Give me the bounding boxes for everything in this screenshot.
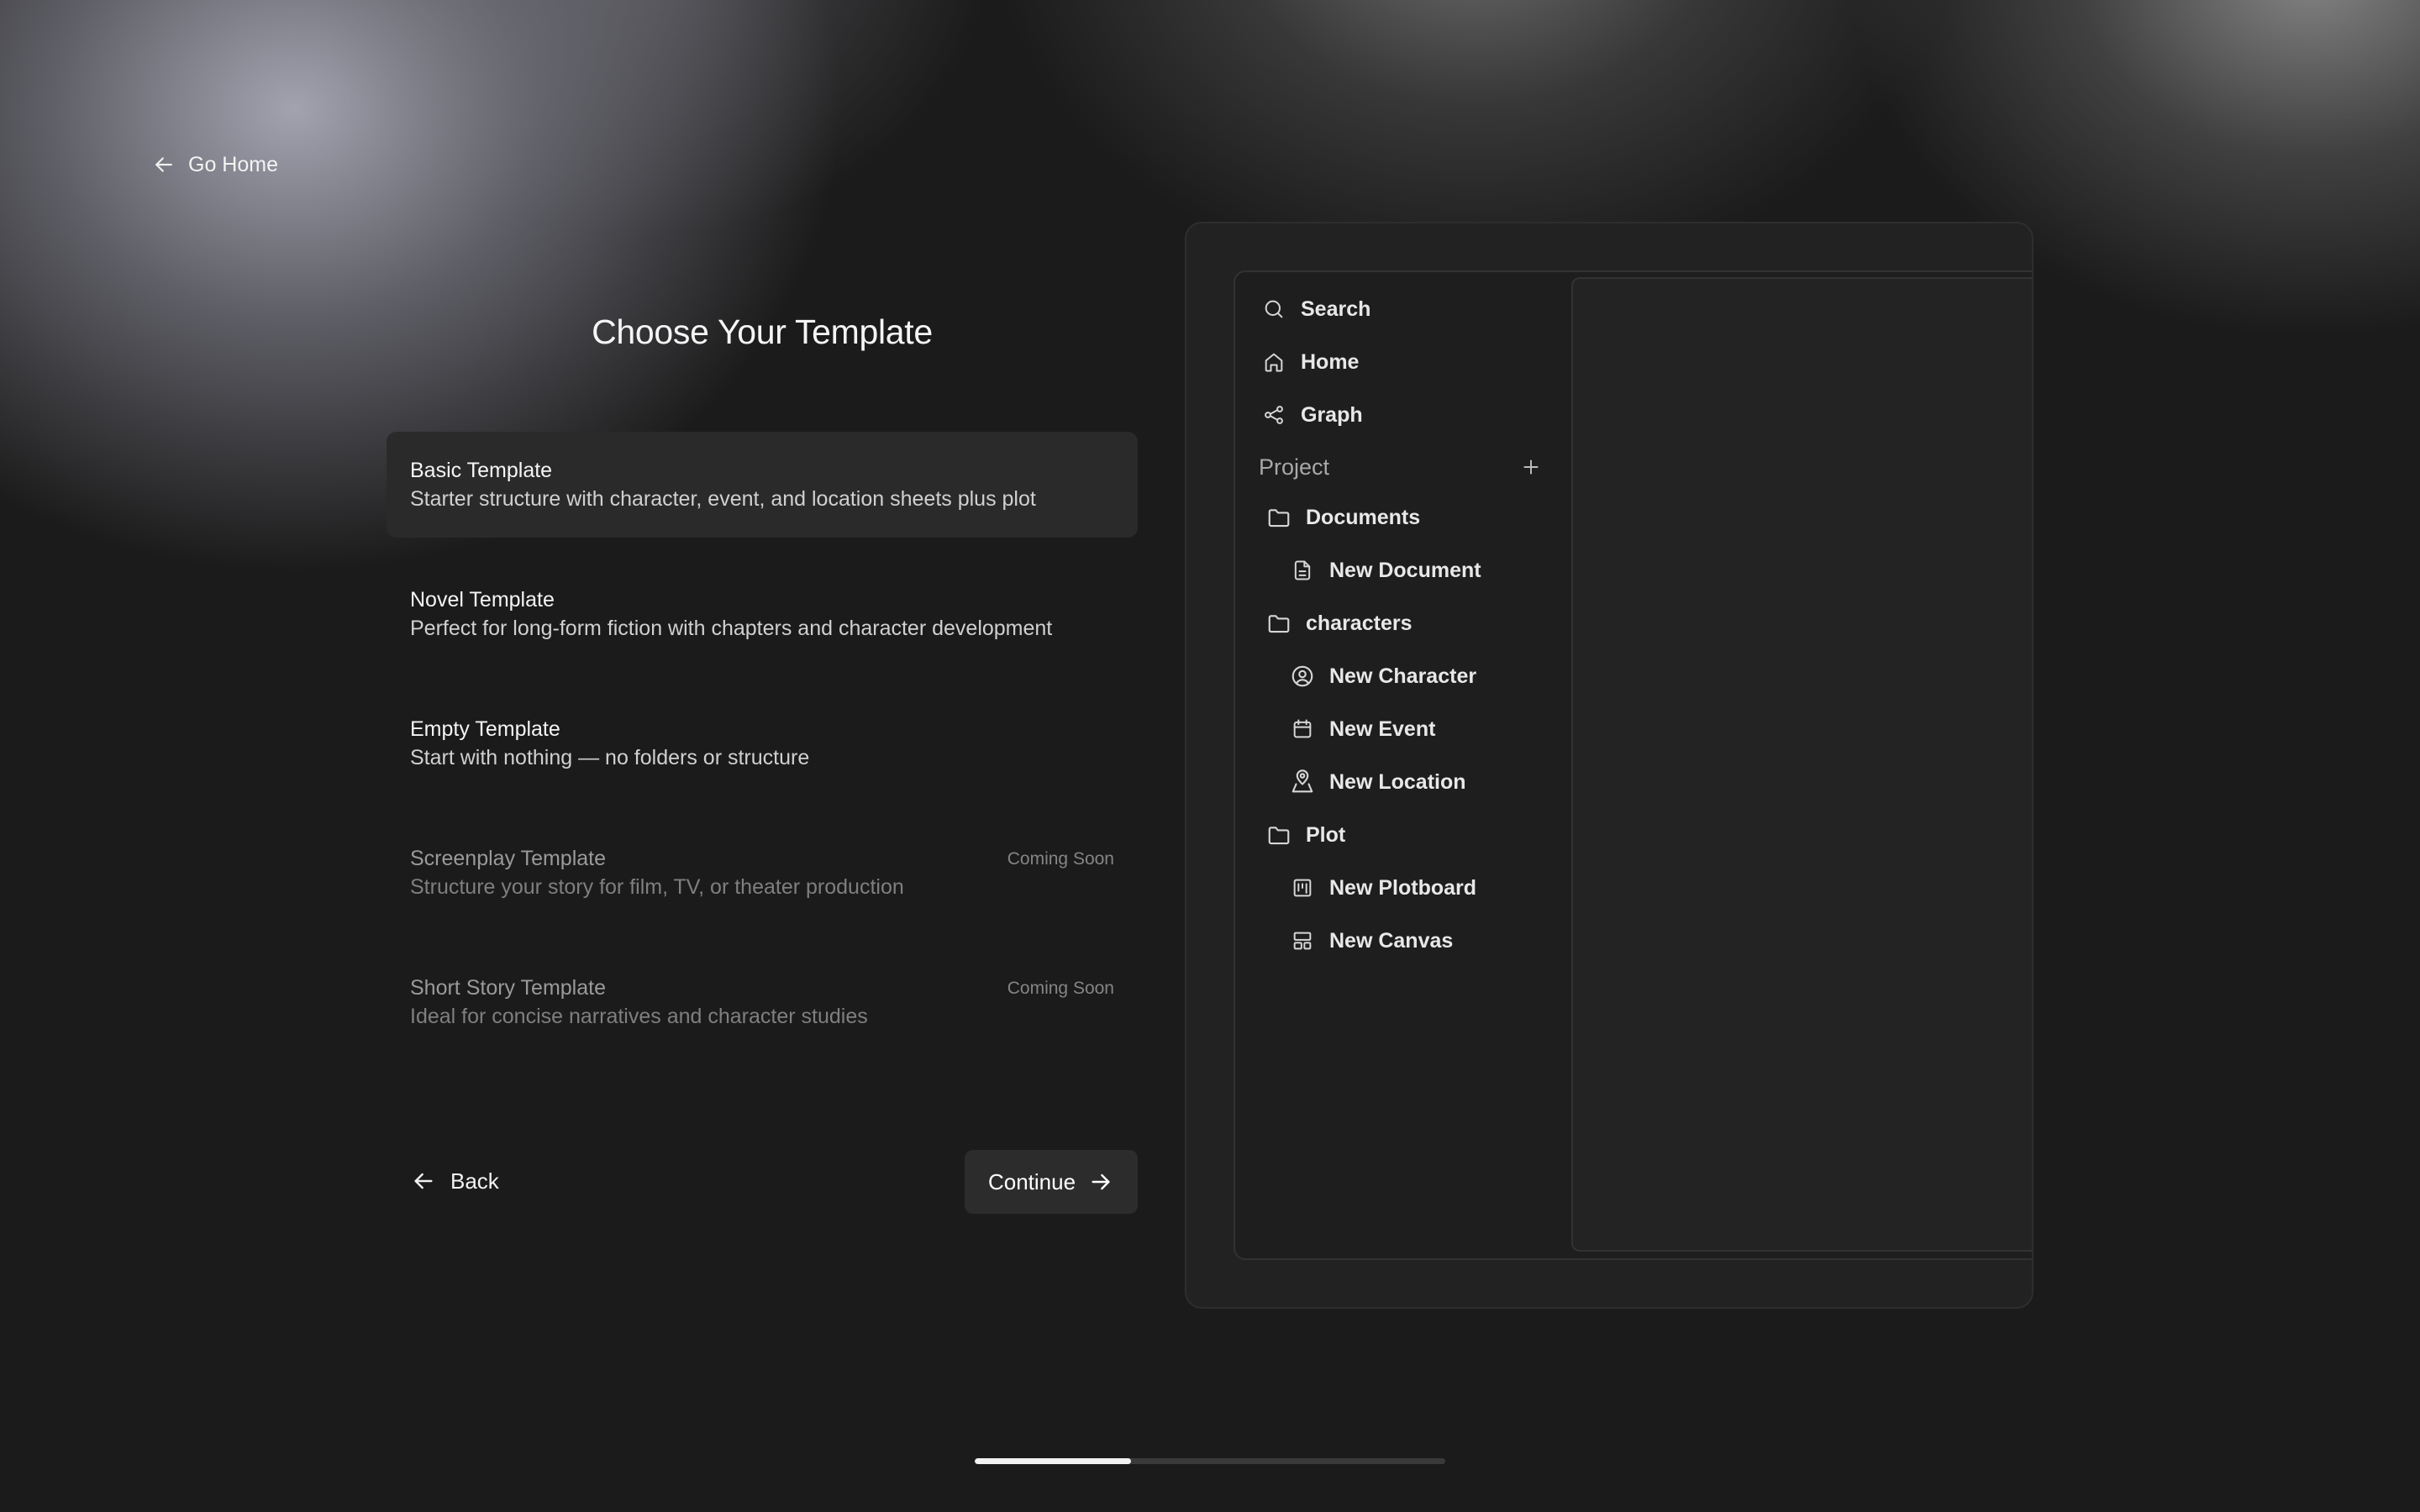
template-description: Ideal for concise narratives and charact… [410, 1005, 868, 1028]
preview-file[interactable]: New Event [1289, 712, 1435, 746]
template-option: Short Story Template Ideal for concise na… [387, 949, 1138, 1055]
calendar-icon [1289, 716, 1316, 743]
preview-folder[interactable]: characters [1265, 606, 1412, 640]
template-description: Start with nothing — no folders or struc… [410, 746, 810, 769]
continue-label: Continue [987, 1168, 1076, 1194]
coming-soon-badge: Coming Soon [1007, 849, 1114, 869]
arrow-left-icon [410, 1168, 437, 1194]
template-name: Basic Template [410, 459, 553, 482]
go-home-button[interactable]: Go Home [151, 148, 278, 181]
back-label: Back [450, 1168, 499, 1194]
template-option[interactable]: Empty Template Start with nothing — no fo… [387, 690, 1138, 796]
folder-icon [1265, 610, 1292, 637]
user-circle-icon [1289, 663, 1316, 690]
graph-icon [1260, 402, 1287, 428]
template-option[interactable]: Basic Template Starter structure with cha… [387, 432, 1138, 538]
preview-tree-label: New Event [1329, 717, 1436, 741]
background-glow [302, 0, 992, 235]
preview-tree-label: New Plotboard [1329, 875, 1477, 900]
continue-button[interactable]: Continue [965, 1150, 1138, 1214]
document-icon [1289, 557, 1316, 584]
arrow-left-icon [151, 152, 176, 177]
project-section-label: Project [1259, 454, 1330, 480]
folder-icon [1265, 504, 1292, 531]
search-icon [1260, 296, 1287, 323]
preview-file[interactable]: New Plotboard [1289, 871, 1476, 905]
template-name: Novel Template [410, 588, 555, 612]
preview-tree-label: Documents [1306, 505, 1421, 529]
preview-file[interactable]: New Location [1289, 765, 1466, 799]
preview-sidebar: Project Search Home Graph Documents New Docu… [1235, 272, 1570, 1258]
preview-window: Project Search Home Graph Documents New Docu… [1234, 270, 2032, 1260]
kanban-icon [1289, 874, 1316, 901]
page-title: Choose Your Template [592, 312, 933, 351]
template-option: Screenplay Template Structure your story … [387, 820, 1138, 926]
preview-nav-label: Home [1301, 349, 1360, 374]
preview-folder[interactable]: Documents [1265, 501, 1420, 534]
template-description: Perfect for long-form fiction with chapt… [410, 617, 1053, 640]
preview-tree-label: New Character [1329, 664, 1477, 688]
preview-tree-label: characters [1306, 611, 1413, 635]
template-list: Basic Template Starter structure with cha… [387, 432, 1138, 1079]
preview-nav-label: Search [1301, 297, 1371, 321]
template-description: Structure your story for film, TV, or th… [410, 875, 904, 899]
template-name: Empty Template [410, 717, 560, 741]
preview-tree-label: New Document [1329, 558, 1481, 582]
home-icon [1260, 349, 1287, 375]
preview-nav-graph[interactable]: Graph [1260, 398, 1363, 432]
preview-nav-label: Graph [1301, 402, 1363, 427]
preview-content-area [1571, 277, 2032, 1252]
preview-file[interactable]: New Character [1289, 659, 1476, 693]
preview-nav-search[interactable]: Search [1260, 292, 1370, 326]
preview-folder[interactable]: Plot [1265, 818, 1345, 852]
plus-icon[interactable] [1518, 454, 1544, 480]
progress-fill [975, 1458, 1132, 1464]
template-description: Starter structure with character, event,… [410, 487, 1036, 511]
onboarding-screen: Go Home Choose Your Template Basic Templ… [0, 0, 2420, 1512]
progress-bar [975, 1458, 1445, 1464]
preview-tree-label: Plot [1306, 822, 1346, 847]
template-option[interactable]: Novel Template Perfect for long-form fict… [387, 561, 1138, 667]
preview-tree-label: New Location [1329, 769, 1466, 794]
map-pin-icon [1289, 769, 1316, 795]
project-section-header: Project [1259, 450, 1544, 484]
back-button[interactable]: Back [410, 1164, 499, 1198]
preview-nav-home[interactable]: Home [1260, 345, 1359, 379]
preview-file[interactable]: New Document [1289, 554, 1481, 587]
layout-icon [1289, 927, 1316, 954]
preview-file[interactable]: New Canvas [1289, 924, 1453, 958]
arrow-right-icon [1087, 1168, 1114, 1195]
template-preview: Project Search Home Graph Documents New Docu… [1185, 222, 2033, 1309]
coming-soon-badge: Coming Soon [1007, 979, 1114, 998]
folder-icon [1265, 822, 1292, 848]
preview-tree-label: New Canvas [1329, 928, 1454, 953]
go-home-label: Go Home [188, 152, 278, 176]
